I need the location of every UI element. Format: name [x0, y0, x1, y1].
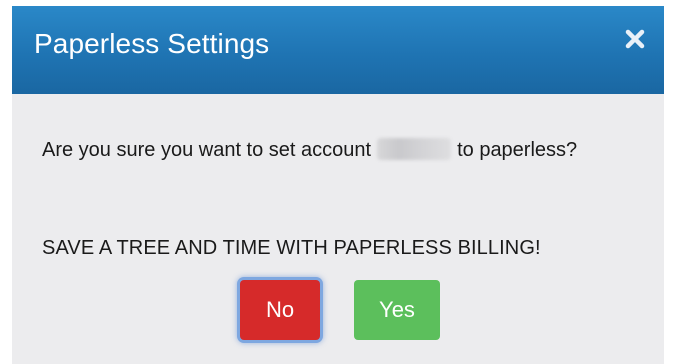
paperless-settings-dialog: Paperless Settings Are you sure you want…	[12, 6, 664, 364]
confirmation-question: Are you sure you want to set account to p…	[42, 136, 622, 165]
dialog-header: Paperless Settings	[12, 6, 664, 94]
no-button[interactable]: No	[240, 280, 320, 340]
dialog-title: Paperless Settings	[34, 28, 270, 59]
yes-button[interactable]: Yes	[354, 280, 440, 340]
close-icon	[625, 29, 645, 49]
dialog-body: Are you sure you want to set account to p…	[12, 94, 664, 364]
redacted-account-number	[377, 138, 452, 160]
question-text-after: to paperless?	[457, 139, 578, 161]
question-text-before: Are you sure you want to set account	[42, 139, 372, 161]
close-button[interactable]	[624, 28, 646, 50]
promo-message: SAVE A TREE AND TIME WITH PAPERLESS BILL…	[42, 237, 541, 259]
